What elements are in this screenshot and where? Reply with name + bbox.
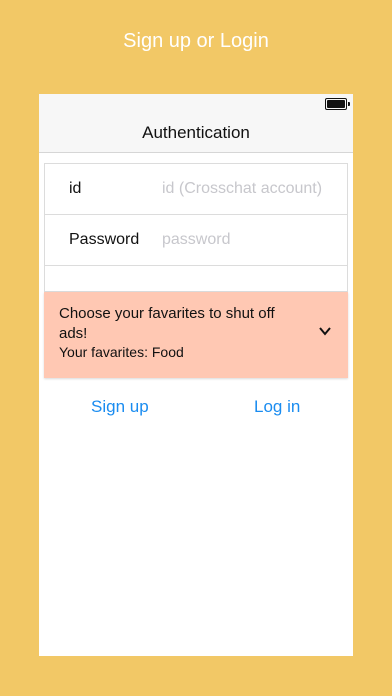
nav-title: Authentication bbox=[142, 123, 250, 142]
password-row: Password bbox=[45, 215, 347, 266]
favorites-prompt: Choose your favarites to shut off ads! bbox=[59, 305, 275, 342]
status-bar bbox=[39, 94, 353, 114]
app-window: Authentication id Password Choose your f… bbox=[39, 94, 353, 656]
sign-up-button[interactable]: Sign up bbox=[91, 397, 149, 417]
log-in-button[interactable]: Log in bbox=[254, 397, 300, 417]
navigation-bar: Authentication bbox=[39, 114, 353, 153]
password-label: Password bbox=[69, 231, 140, 248]
form-spacer-row bbox=[45, 266, 347, 291]
favorites-dropdown[interactable]: Choose your favarites to shut off ads! Y… bbox=[44, 292, 348, 378]
id-row: id bbox=[45, 164, 347, 215]
id-label: id bbox=[69, 180, 82, 197]
chevron-down-icon[interactable] bbox=[318, 324, 332, 338]
password-input[interactable] bbox=[162, 231, 342, 249]
auth-form: id Password bbox=[44, 163, 348, 292]
favorites-current: Your favarites: Food bbox=[59, 344, 184, 360]
page-title: Sign up or Login bbox=[123, 30, 269, 52]
id-input[interactable] bbox=[162, 180, 342, 198]
auth-actions: Sign up Log in bbox=[39, 397, 353, 421]
battery-icon bbox=[325, 98, 350, 110]
